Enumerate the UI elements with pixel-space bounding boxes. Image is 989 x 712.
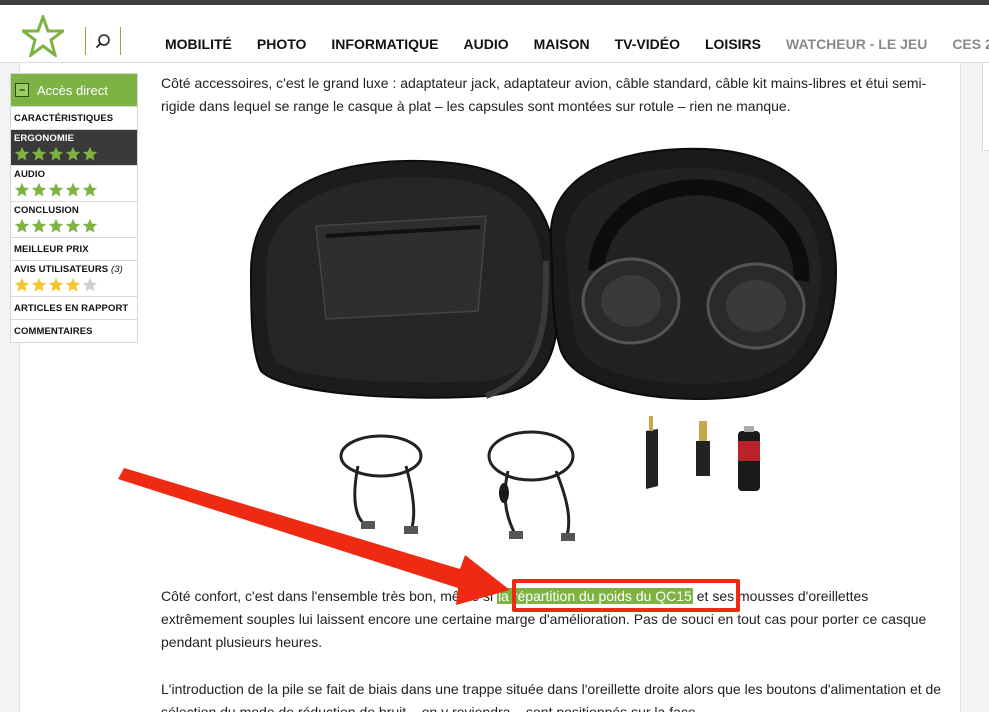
- sidebar-item-label: MEILLEUR PRIX: [14, 243, 89, 255]
- collapse-icon[interactable]: –: [15, 83, 29, 97]
- star-filled-icon: [65, 182, 81, 197]
- product-photo: [246, 141, 846, 561]
- article-paragraph: L'introduction de la pile se fait de bia…: [161, 681, 942, 712]
- sidebar-item-audio[interactable]: AUDIO: [11, 165, 137, 201]
- main-nav: MOBILITÉ PHOTO INFORMATIQUE AUDIO MAISON…: [165, 36, 989, 52]
- right-widget-edge: [982, 63, 989, 151]
- star-filled-icon: [82, 218, 98, 233]
- star-filled-icon: [31, 182, 47, 197]
- sidebar-item-avis-utilisateurs[interactable]: AVIS UTILISATEURS (3): [11, 260, 137, 296]
- sidebar-item-commentaires[interactable]: COMMENTAIRES: [11, 319, 137, 342]
- sidebar-item-label: ARTICLES EN RAPPORT: [14, 302, 129, 314]
- nav-maison[interactable]: MAISON: [534, 36, 590, 52]
- star-filled-icon: [48, 218, 64, 233]
- star-filled-icon: [14, 277, 30, 292]
- sidebar-item-label: AUDIO: [14, 169, 46, 180]
- sidebar-item-label: AVIS UTILISATEURS: [14, 264, 109, 275]
- star-filled-icon: [48, 182, 64, 197]
- star-filled-icon: [48, 277, 64, 292]
- star-filled-icon: [65, 277, 81, 292]
- search-button[interactable]: [85, 27, 121, 55]
- sidebar-item-label: CONCLUSION: [14, 205, 79, 216]
- star-filled-icon: [31, 218, 47, 233]
- right-page-margin: [960, 63, 989, 712]
- star-filled-icon: [14, 146, 30, 161]
- article-paragraph: Côté accessoires, c'est le grand luxe : …: [161, 75, 927, 114]
- nav-ces[interactable]: CES 201: [952, 36, 989, 52]
- nav-photo[interactable]: PHOTO: [257, 36, 307, 52]
- nav-informatique[interactable]: INFORMATIQUE: [331, 36, 438, 52]
- star-filled-icon: [82, 146, 98, 161]
- sidebar-item-conclusion[interactable]: CONCLUSION: [11, 201, 137, 237]
- sidebar-item-meilleur-prix[interactable]: MEILLEUR PRIX: [11, 237, 137, 260]
- user-review-count: (3): [111, 264, 123, 275]
- rating-stars: [14, 276, 134, 293]
- search-icon: [95, 34, 110, 49]
- sidebar-item-label: CARACTÉRISTIQUES: [14, 112, 114, 124]
- star-empty-icon: [82, 277, 98, 292]
- sidebar-item-label: ERGONOMIE: [14, 133, 75, 144]
- star-filled-icon: [65, 218, 81, 233]
- annotation-highlight-box: [512, 579, 740, 612]
- sidebar-item-ergonomie[interactable]: ERGONOMIE: [11, 129, 137, 165]
- nav-watcheur-le-jeu[interactable]: WATCHEUR - LE JEU: [786, 36, 927, 52]
- site-header: MOBILITÉ PHOTO INFORMATIQUE AUDIO MAISON…: [0, 5, 989, 63]
- direct-access-sidebar: – Accès direct CARACTÉRISTIQUES ERGONOMI…: [10, 73, 138, 343]
- star-filled-icon: [31, 277, 47, 292]
- star-filled-icon: [14, 182, 30, 197]
- sidebar-title: Accès direct: [37, 82, 108, 98]
- star-filled-icon: [82, 182, 98, 197]
- rating-stars: [14, 145, 134, 162]
- sidebar-item-articles-en-rapport[interactable]: ARTICLES EN RAPPORT: [11, 296, 137, 319]
- nav-audio[interactable]: AUDIO: [464, 36, 509, 52]
- star-logo-icon[interactable]: [18, 12, 68, 59]
- nav-tv-video[interactable]: TV-VIDÉO: [615, 36, 680, 52]
- sidebar-item-label: COMMENTAIRES: [14, 325, 93, 337]
- rating-stars: [14, 217, 134, 234]
- nav-loisirs[interactable]: LOISIRS: [705, 36, 761, 52]
- nav-mobilite[interactable]: MOBILITÉ: [165, 36, 232, 52]
- rating-stars: [14, 181, 134, 198]
- sidebar-header[interactable]: – Accès direct: [11, 74, 137, 106]
- star-filled-icon: [31, 146, 47, 161]
- star-filled-icon: [48, 146, 64, 161]
- sidebar-item-caracteristiques[interactable]: CARACTÉRISTIQUES: [11, 106, 137, 129]
- star-filled-icon: [65, 146, 81, 161]
- star-filled-icon: [14, 218, 30, 233]
